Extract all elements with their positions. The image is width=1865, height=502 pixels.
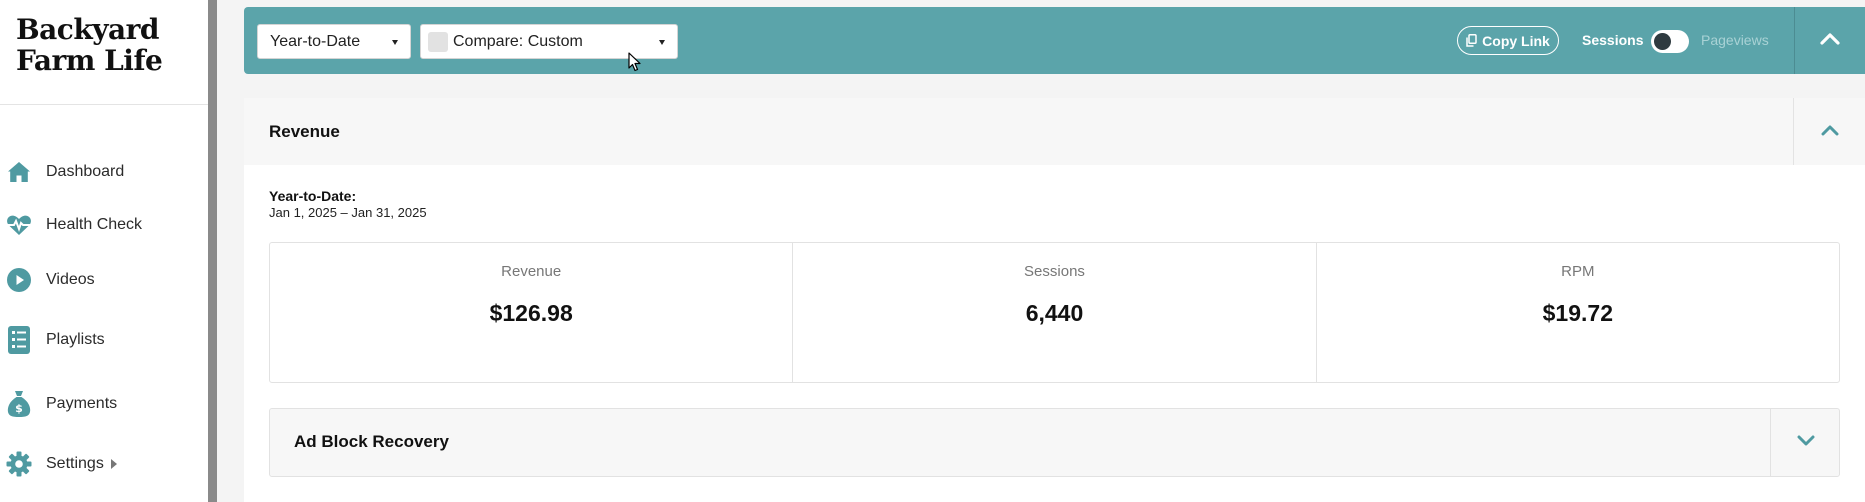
- revenue-section-header: Revenue: [244, 98, 1865, 165]
- copy-link-button[interactable]: Copy Link: [1457, 26, 1559, 55]
- sidebar-item-label: Health Check: [46, 216, 143, 233]
- stat-revenue: Revenue $126.98: [270, 243, 792, 382]
- sidebar-divider: [0, 104, 208, 105]
- sidebar-item-label: Dashboard: [46, 163, 125, 180]
- chevron-up-icon: [1820, 32, 1840, 50]
- period-title: Year-to-Date:: [269, 188, 357, 204]
- chevron-up-icon: [1821, 123, 1839, 141]
- stat-rpm: RPM $19.72: [1315, 243, 1839, 382]
- copy-icon: [1466, 34, 1477, 47]
- sidebar-item-playlists[interactable]: Playlists: [0, 320, 208, 360]
- ad-block-expand-button[interactable]: [1771, 409, 1840, 476]
- toolbar-collapse-button[interactable]: [1795, 7, 1865, 74]
- gear-icon: [6, 451, 32, 477]
- stats-panel: Revenue $126.98 Sessions 6,440 RPM $19.7…: [269, 242, 1840, 383]
- svg-text:$: $: [15, 402, 23, 415]
- stat-label: Revenue: [501, 263, 562, 280]
- heartbeat-icon: [6, 212, 32, 238]
- period-date-range: Jan 1, 2025 – Jan 31, 2025: [269, 205, 427, 220]
- caret-down-icon: [392, 40, 398, 45]
- stat-sessions: Sessions 6,440: [792, 243, 1315, 382]
- mouse-cursor-icon: [628, 52, 641, 77]
- money-bag-icon: $: [6, 391, 32, 417]
- sidebar-item-settings[interactable]: Settings: [0, 444, 208, 484]
- ad-block-recovery-panel[interactable]: Ad Block Recovery: [269, 408, 1840, 477]
- brand-line-1: Backyard: [16, 13, 160, 46]
- period-select-value: Year-to-Date: [270, 32, 361, 50]
- stat-value: $19.72: [1542, 300, 1613, 326]
- sidebar-item-dashboard[interactable]: Dashboard: [0, 152, 208, 192]
- revenue-section-title: Revenue: [269, 122, 340, 141]
- period-select[interactable]: Year-to-Date: [257, 24, 411, 59]
- settings-label: Settings: [46, 455, 104, 472]
- brand-line-2: Farm Life: [16, 44, 163, 77]
- list-icon: [6, 326, 32, 354]
- sidebar-item-label: Settings: [46, 455, 117, 473]
- sidebar-item-label: Videos: [46, 271, 95, 288]
- sidebar-item-label: Payments: [46, 395, 118, 412]
- brand-logo[interactable]: Backyard Farm Life: [16, 13, 163, 77]
- stat-label: Sessions: [1024, 263, 1085, 280]
- toggle-knob: [1654, 33, 1671, 50]
- compare-color-swatch: [428, 31, 448, 52]
- sidebar: Backyard Farm Life Dashboard Health Chec…: [0, 0, 208, 502]
- sidebar-item-videos[interactable]: Videos: [0, 260, 208, 300]
- stat-label: RPM: [1561, 263, 1595, 280]
- stat-value: 6,440: [1025, 300, 1084, 326]
- home-icon: [6, 159, 32, 185]
- caret-right-icon: [110, 458, 117, 469]
- revenue-collapse-button[interactable]: [1794, 98, 1865, 165]
- compare-select-value: Compare: Custom: [453, 32, 583, 50]
- revenue-section-body: Year-to-Date: Jan 1, 2025 – Jan 31, 2025…: [244, 165, 1865, 502]
- sidebar-item-label: Playlists: [46, 331, 105, 348]
- chevron-down-icon: [1797, 434, 1815, 452]
- stat-value: $126.98: [489, 300, 573, 326]
- copy-link-label: Copy Link: [1482, 32, 1550, 49]
- caret-down-icon: [659, 40, 665, 45]
- ad-block-recovery-title: Ad Block Recovery: [294, 432, 449, 451]
- sidebar-item-payments[interactable]: $ Payments: [0, 384, 208, 424]
- sidebar-item-health-check[interactable]: Health Check: [0, 205, 208, 245]
- sidebar-scrollbar[interactable]: [208, 0, 217, 502]
- play-circle-icon: [6, 267, 32, 293]
- sessions-pageviews-toggle[interactable]: [1651, 30, 1689, 53]
- toggle-label-pageviews[interactable]: Pageviews: [1701, 32, 1769, 48]
- toggle-label-sessions[interactable]: Sessions: [1582, 32, 1643, 48]
- toolbar: Year-to-Date Compare: Custom Copy Link S…: [244, 7, 1865, 74]
